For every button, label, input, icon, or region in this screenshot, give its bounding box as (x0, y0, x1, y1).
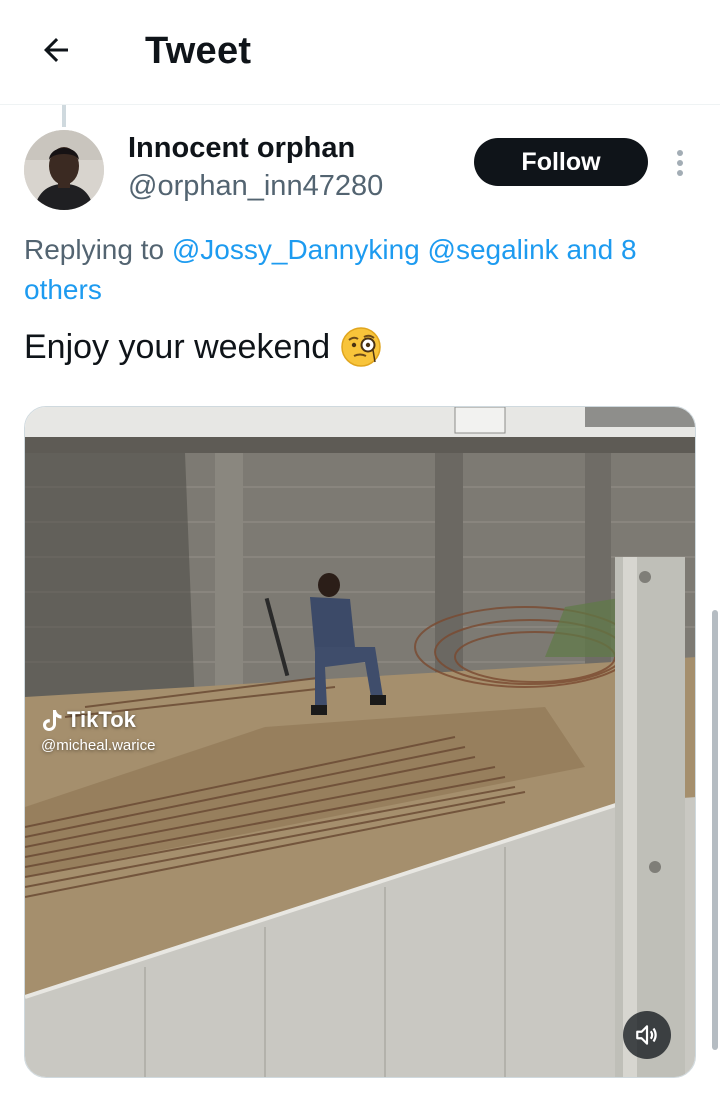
tweet-video[interactable]: TikTok @micheal.warice (24, 406, 696, 1078)
back-button[interactable] (34, 28, 78, 72)
author-display-name[interactable]: Innocent orphan (128, 132, 355, 165)
top-bar: Tweet (0, 0, 720, 105)
mention-link[interactable]: @Jossy_Dannyking (172, 234, 420, 265)
page-scrollbar[interactable] (712, 610, 718, 1050)
tiktok-watermark: TikTok @micheal.warice (41, 707, 155, 754)
tweet-body: Enjoy your weekend (24, 326, 382, 368)
page-title: Tweet (145, 30, 252, 72)
monocle-face-emoji-icon (341, 327, 381, 367)
replying-to-line: Replying to @Jossy_Dannyking @segalink a… (24, 230, 694, 310)
tiktok-username: @micheal.warice (41, 737, 156, 754)
mention-link[interactable]: @segalink (428, 234, 559, 265)
tiktok-brand: TikTok (41, 707, 155, 733)
speaker-muted-icon (636, 1025, 657, 1045)
tweet-text: Enjoy your weekend (24, 327, 331, 366)
tiktok-brand-label: TikTok (67, 707, 136, 732)
thread-connector-line (62, 105, 66, 127)
more-vertical-icon (677, 150, 683, 156)
arrow-left-icon (44, 38, 68, 62)
more-options-button[interactable] (668, 146, 692, 180)
follow-button[interactable]: Follow (474, 138, 648, 186)
replying-to-label: Replying to (24, 234, 165, 265)
mute-toggle-button[interactable] (623, 1011, 671, 1059)
author-handle[interactable]: @orphan_inn47280 (128, 170, 383, 203)
user-avatar[interactable] (24, 130, 104, 210)
tiktok-logo-icon (43, 710, 62, 731)
